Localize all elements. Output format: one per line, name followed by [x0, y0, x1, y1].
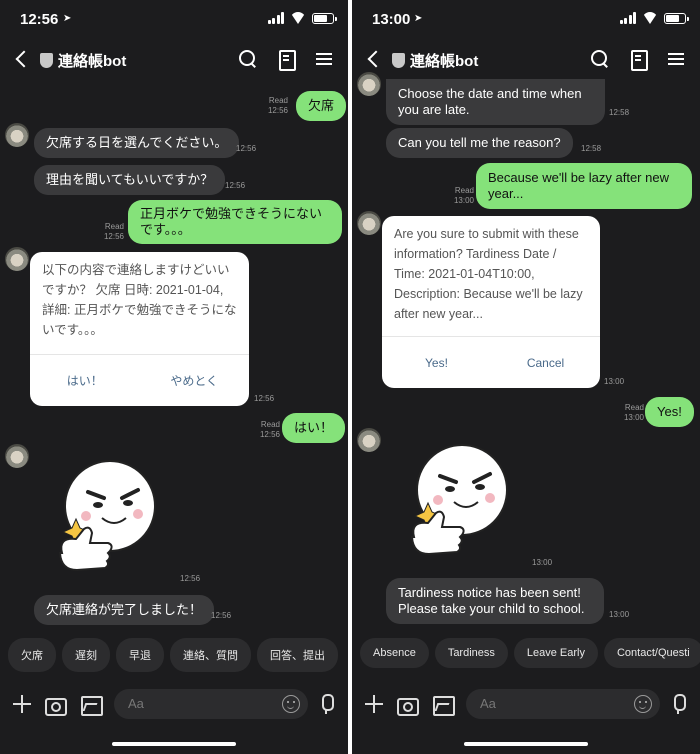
bot-avatar[interactable]: [5, 444, 29, 468]
shield-icon: [392, 53, 405, 68]
location-arrow-icon: ➤: [63, 13, 72, 24]
message-input[interactable]: Aa: [114, 689, 308, 719]
image-icon[interactable]: [432, 694, 455, 716]
sent-message: 欠席: [296, 91, 347, 121]
left-screen: 12:56 ➤ 連絡帳bot Read 12:56 欠席 欠席する日を選んでくださ…: [0, 0, 348, 754]
microphone-icon[interactable]: [316, 694, 336, 714]
received-message: Tardiness notice has been sent! Please t…: [386, 578, 604, 624]
bot-avatar[interactable]: [5, 247, 29, 271]
confirm-card-text: Are you sure to submit with these inform…: [394, 227, 583, 321]
message-input[interactable]: Aa: [466, 689, 660, 719]
quick-reply-contact[interactable]: Contact/Questi: [603, 638, 700, 668]
sent-message: Because we'll be lazy after new year...: [476, 163, 692, 209]
message-time: 12:56: [236, 144, 257, 153]
bot-avatar[interactable]: [5, 123, 29, 147]
plus-icon[interactable]: [12, 694, 32, 714]
confirm-card: Are you sure to submit with these inform…: [382, 216, 600, 388]
cancel-button[interactable]: Cancel: [491, 337, 600, 388]
message-time: 13:00: [532, 558, 553, 567]
back-icon[interactable]: [14, 50, 26, 68]
note-icon[interactable]: [628, 49, 648, 71]
battery-icon: [664, 12, 689, 24]
chat-title: 連絡帳bot: [40, 50, 126, 71]
yes-button[interactable]: Yes!: [382, 337, 491, 388]
quick-reply-absence[interactable]: 欠席: [8, 638, 56, 672]
location-arrow-icon: ➤: [414, 13, 423, 24]
emoji-icon[interactable]: [282, 695, 300, 713]
received-message: 欠席連絡が完了しました！: [34, 595, 215, 625]
quick-reply-tardiness[interactable]: 遅刻: [62, 638, 110, 672]
right-screen: 13:00 ➤ 連絡帳bot Choose the date and time …: [352, 0, 700, 754]
status-bar: 13:00 ➤: [352, 0, 700, 40]
message-time: 12:56: [254, 394, 275, 403]
received-message: Choose the date and time when you are la…: [386, 79, 605, 125]
menu-icon[interactable]: [314, 49, 334, 69]
message-input-bar: Aa: [352, 684, 700, 724]
message-time: 13:00: [604, 377, 625, 386]
emoji-icon[interactable]: [634, 695, 652, 713]
quick-reply-leave-early[interactable]: Leave Early: [513, 638, 598, 668]
home-indicator: [464, 742, 588, 746]
received-message: 理由を聞いてもいいですか？: [34, 165, 226, 195]
back-icon[interactable]: [366, 50, 378, 68]
status-time: 12:56: [20, 11, 59, 28]
status-bar: 12:56 ➤: [0, 0, 348, 40]
camera-icon[interactable]: [396, 694, 419, 716]
message-meta: Read 12:56: [267, 96, 288, 115]
signal-icon: [267, 12, 284, 24]
chat-header: 連絡帳bot: [352, 40, 700, 80]
message-time: 12:56: [180, 574, 201, 583]
quick-reply-bar: Absence Tardiness Leave Early Contact/Qu…: [360, 638, 700, 668]
quick-reply-tardiness[interactable]: Tardiness: [434, 638, 508, 668]
wifi-icon: [642, 12, 658, 24]
chat-title-text: 連絡帳bot: [410, 53, 479, 70]
sticker-image[interactable]: [52, 458, 162, 578]
signal-icon: [619, 12, 636, 24]
microphone-icon[interactable]: [668, 694, 688, 714]
sent-message: はい！: [282, 413, 346, 443]
message-time: 12:56: [225, 181, 246, 190]
camera-icon[interactable]: [44, 694, 67, 716]
quick-reply-bar: 欠席 遅刻 早退 連絡、質問 回答、提出: [8, 638, 338, 672]
message-time: 13:00: [609, 610, 630, 619]
confirm-card-text: 以下の内容で連絡しますけどいいですか？ 欠席 日時: 2021-01-04, 詳…: [42, 263, 237, 337]
battery-icon: [312, 12, 337, 24]
message-time: 12:58: [609, 108, 630, 117]
message-time: 12:58: [581, 144, 602, 153]
plus-icon[interactable]: [364, 694, 384, 714]
sent-message: 正月ボケで勉強できそうにないです。。。: [128, 200, 342, 244]
message-meta: Read 12:56: [103, 222, 124, 241]
chat-title: 連絡帳bot: [392, 50, 478, 71]
bot-avatar[interactable]: [357, 72, 381, 96]
quick-reply-answer[interactable]: 回答、提出: [257, 638, 338, 672]
chat-title-text: 連絡帳bot: [58, 53, 127, 70]
status-time: 13:00: [372, 11, 411, 28]
image-icon[interactable]: [80, 694, 103, 716]
yes-button[interactable]: はい！: [30, 355, 140, 406]
message-input-bar: Aa: [0, 684, 348, 724]
shield-icon: [40, 53, 53, 68]
home-indicator: [112, 742, 236, 746]
quick-reply-absence[interactable]: Absence: [360, 638, 429, 668]
quick-reply-leave-early[interactable]: 早退: [116, 638, 164, 672]
menu-icon[interactable]: [666, 49, 686, 69]
chat-header: 連絡帳bot: [0, 40, 348, 80]
bot-avatar[interactable]: [357, 428, 381, 452]
cancel-button[interactable]: やめとく: [140, 355, 250, 406]
message-meta: Read 13:00: [623, 403, 644, 422]
quick-reply-contact[interactable]: 連絡、質問: [170, 638, 251, 672]
search-icon[interactable]: [238, 49, 258, 69]
wifi-icon: [290, 12, 306, 24]
search-icon[interactable]: [590, 49, 610, 69]
message-time: 12:56: [211, 611, 232, 620]
received-message: Can you tell me the reason?: [386, 128, 573, 158]
message-meta: Read 12:56: [259, 420, 280, 439]
sent-message: Yes!: [645, 397, 694, 427]
note-icon[interactable]: [276, 49, 296, 71]
sticker-image[interactable]: [404, 442, 514, 562]
received-message: 欠席する日を選んでください。: [34, 128, 240, 158]
confirm-card: 以下の内容で連絡しますけどいいですか？ 欠席 日時: 2021-01-04, 詳…: [30, 252, 249, 406]
message-meta: Read 13:00: [453, 186, 474, 205]
bot-avatar[interactable]: [357, 211, 381, 235]
